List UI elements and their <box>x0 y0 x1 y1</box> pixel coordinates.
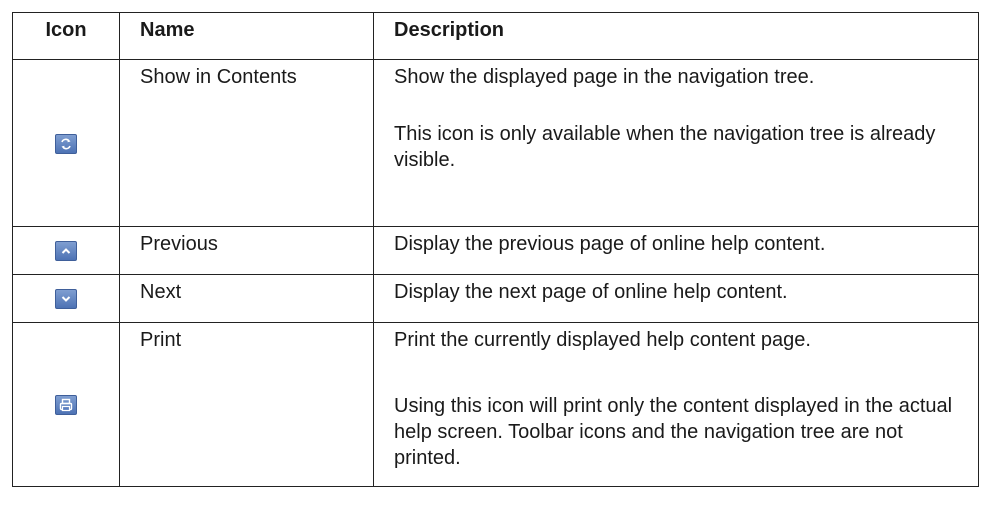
icon-cell <box>12 226 120 275</box>
print-icon <box>55 395 77 416</box>
description-paragraph: Display the previous page of online help… <box>394 233 826 255</box>
table-row: Next Display the next page of online hel… <box>12 274 979 323</box>
icon-cell <box>12 274 120 323</box>
previous-icon <box>55 241 77 262</box>
description-paragraph: Print the currently displayed help conte… <box>394 329 811 351</box>
header-icon: Icon <box>12 12 120 60</box>
icon-reference-table: Icon Name Description Show in Contents S… <box>12 12 979 487</box>
description-paragraph: Show the displayed page in the navigatio… <box>394 66 815 88</box>
table-row: Show in Contents Show the displayed page… <box>12 59 979 227</box>
row-description: Print the currently displayed help conte… <box>373 322 979 487</box>
row-description: Show the displayed page in the navigatio… <box>373 59 979 227</box>
next-icon <box>55 289 77 310</box>
description-paragraph: Display the next page of online help con… <box>394 281 788 303</box>
table-header-row: Icon Name Description <box>12 12 979 60</box>
icon-cell <box>12 322 120 487</box>
row-description: Display the next page of online help con… <box>373 274 979 323</box>
header-description: Description <box>373 12 979 60</box>
table-row: Previous Display the previous page of on… <box>12 226 979 275</box>
row-name: Next <box>119 274 374 323</box>
description-paragraph: This icon is only available when the nav… <box>394 123 936 171</box>
header-name: Name <box>119 12 374 60</box>
table-row: Print Print the currently displayed help… <box>12 322 979 487</box>
description-paragraph: Using this icon will print only the cont… <box>394 395 953 469</box>
row-name: Show in Contents <box>119 59 374 227</box>
icon-cell <box>12 59 120 227</box>
row-name: Print <box>119 322 374 487</box>
row-name: Previous <box>119 226 374 275</box>
row-description: Display the previous page of online help… <box>373 226 979 275</box>
show-in-contents-icon <box>55 133 77 154</box>
